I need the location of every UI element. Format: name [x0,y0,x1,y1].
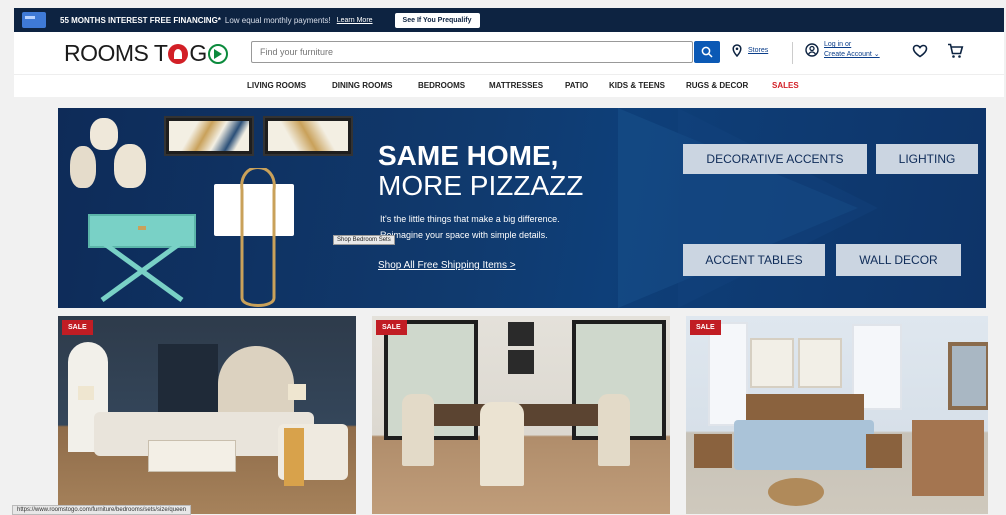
user-icon [805,43,819,57]
wall-art-bottom [508,350,534,374]
ottoman [148,440,236,472]
hover-tooltip: Shop Bedroom Sets [333,235,395,245]
banner-heading-2: MORE PIZZAZZ [378,170,584,201]
chevron-graphic-2 [678,108,878,308]
nav-rugs-decor[interactable]: RUGS & DECOR [686,81,748,90]
heart-icon[interactable] [912,44,928,58]
bedroom-tile[interactable]: SALE [686,316,988,514]
nav-kids-teens[interactable]: KIDS & TEENS [609,81,665,90]
bed [734,420,874,470]
woven-basket [768,478,824,506]
nav-dining-rooms[interactable]: DINING ROOMS [332,81,392,90]
nightstand-left [694,434,732,468]
wall-art-top [508,322,534,346]
dining-room-tile[interactable]: SALE [372,316,670,514]
promo-bar: 55 MONTHS INTEREST FREE FINANCING* Low e… [14,8,1004,32]
search-input[interactable] [251,41,693,63]
location-pin-icon [732,44,742,57]
table-lamp [78,386,94,400]
table-lamp-2 [288,384,306,400]
wall-decor-button[interactable]: WALL DECOR [836,244,961,276]
vase-1 [90,118,118,150]
coral-art-2 [798,338,842,388]
sale-badge: SALE [376,320,407,335]
stores-label: Stores [748,47,769,54]
floor-lamp [240,168,276,307]
search-button[interactable] [694,41,720,63]
bedroom-window-left [708,322,748,426]
nav-patio[interactable]: PATIO [565,81,588,90]
accent-tables-button[interactable]: ACCENT TABLES [683,244,825,276]
banner-heading-1: SAME HOME, [378,140,559,171]
sale-badge: SALE [690,320,721,335]
dining-chair-1 [402,394,434,466]
login-link[interactable]: Log in or [824,40,880,50]
rooms-to-go-logo[interactable]: ROOMS T G [64,40,228,67]
dresser [912,420,984,496]
cart-icon[interactable] [947,43,964,59]
table-legs [100,242,184,302]
dining-chair-2 [480,402,524,486]
create-account-link[interactable]: Create Account ⌄ [824,50,880,60]
mirror [948,342,988,410]
banner-desc-1: It's the little things that make a big d… [380,214,560,224]
prequalify-button[interactable]: See If You Prequalify [394,12,480,28]
coral-art-1 [750,338,794,388]
logo-arrow-icon [207,43,228,64]
nightstand-right [866,434,902,468]
vase-3 [114,144,146,188]
logo-text-left: ROOMS T [64,40,168,66]
wall-art-frame-2 [263,116,353,156]
nav-bedrooms[interactable]: BEDROOMS [418,81,465,90]
wall-art-frame-1 [164,116,254,156]
logo-heart-icon [168,43,189,64]
logo-text-mid: G [189,40,207,66]
account-menu[interactable]: Log in or Create Account ⌄ [805,40,880,60]
promo-headline: 55 MONTHS INTEREST FREE FINANCING* [60,15,221,25]
credit-card-icon [22,12,46,28]
stores-link[interactable]: Stores [732,44,768,57]
search-icon [701,46,713,58]
nav-sales[interactable]: SALES [772,81,799,90]
nav-living-rooms[interactable]: LIVING ROOMS [247,81,306,90]
sale-badge: SALE [62,320,93,335]
nav-mattresses[interactable]: MATTRESSES [489,81,543,90]
header-divider [792,42,793,64]
decorative-accents-button[interactable]: DECORATIVE ACCENTS [683,144,867,174]
living-room-tile[interactable]: SALE [58,316,356,514]
banner-desc-2: Reimagine your space with simple details… [380,230,548,240]
hero-banner[interactable]: SAME HOME, MORE PIZZAZZ It's the little … [58,108,986,308]
category-nav: LIVING ROOMS DINING ROOMS BEDROOMS MATTR… [14,74,1004,97]
lighting-button[interactable]: LIGHTING [876,144,978,174]
throw-blanket [284,428,304,486]
learn-more-link[interactable]: Learn More [337,17,373,24]
site-header: ROOMS T G Stores Log in or Create Accoun… [14,32,1004,74]
promo-subtext: Low equal monthly payments! [224,15,331,25]
dining-chair-3 [598,394,630,466]
vase-2 [70,146,96,188]
shop-free-shipping-link[interactable]: Shop All Free Shipping Items > [378,260,516,271]
